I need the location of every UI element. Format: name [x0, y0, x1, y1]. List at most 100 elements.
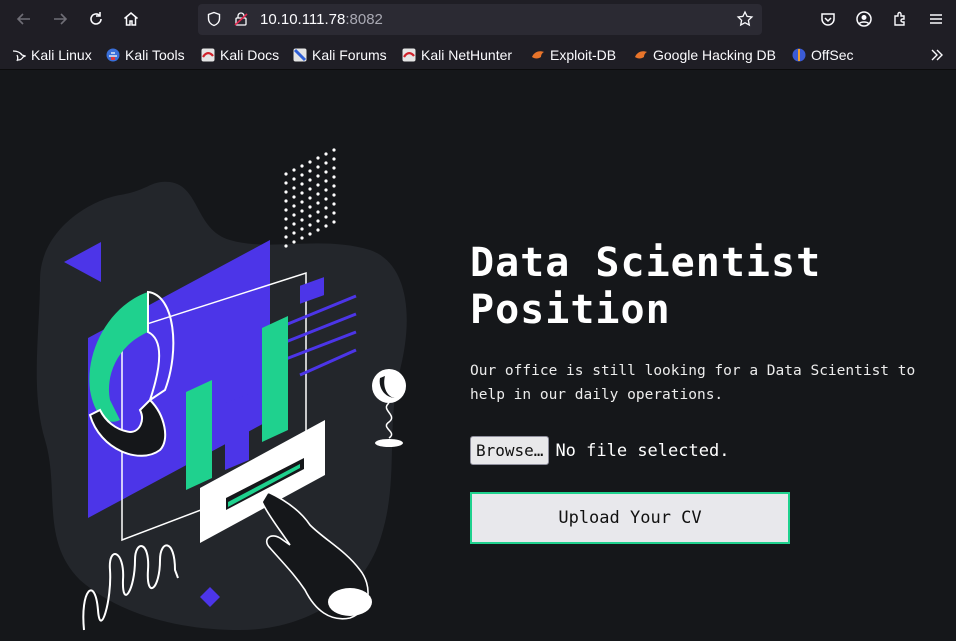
bookmark-label: Google Hacking DB	[653, 47, 776, 63]
dot	[316, 219, 320, 223]
bookmark-kali-docs[interactable]: Kali Docs	[201, 45, 279, 65]
dot	[308, 223, 312, 227]
browse-button[interactable]: Browse…	[470, 436, 550, 465]
bookmark-label: Exploit-DB	[550, 47, 617, 63]
dot	[316, 165, 320, 169]
bookmark-exploit-db[interactable]: Exploit-DB	[531, 45, 616, 65]
dot	[300, 191, 304, 195]
dot	[324, 188, 328, 192]
dot	[332, 202, 336, 206]
bookmark-offsec[interactable]: OffSec	[792, 45, 854, 65]
dot	[316, 156, 320, 160]
dot	[284, 199, 288, 203]
dot	[332, 184, 336, 188]
page-description: Our office is still looking for a Data S…	[470, 363, 916, 403]
kali-docs-icon	[201, 48, 215, 62]
dot	[324, 206, 328, 210]
dot	[292, 204, 296, 208]
bookmark-star-icon[interactable]	[736, 10, 754, 28]
dot	[316, 201, 320, 205]
home-icon	[124, 12, 138, 26]
dot	[316, 228, 320, 232]
pocket-icon	[821, 13, 835, 26]
dot-grid-decoration	[284, 148, 336, 248]
dot	[308, 205, 312, 209]
green-bar-2	[262, 316, 288, 442]
chevron-double-right-icon	[931, 49, 943, 61]
dot	[284, 181, 288, 185]
dot	[300, 164, 304, 168]
dot	[284, 244, 288, 248]
dot	[284, 217, 288, 221]
forward-arrow-icon	[54, 13, 68, 25]
address-bar[interactable]: 10.10.111.78:8082	[198, 4, 762, 35]
dot	[332, 166, 336, 170]
dot	[324, 197, 328, 201]
kali-forums-icon	[293, 48, 307, 62]
menu-button[interactable]	[926, 9, 946, 29]
dot	[300, 218, 304, 222]
bookmark-google-hacking-db[interactable]: Google Hacking DB	[634, 45, 776, 65]
dot	[332, 220, 336, 224]
dot	[300, 173, 304, 177]
dot	[292, 240, 296, 244]
dot	[324, 152, 328, 156]
puzzle-icon	[894, 11, 905, 26]
dot	[308, 169, 312, 173]
bookmark-kali-tools[interactable]: Kali Tools	[106, 45, 185, 65]
shield-icon[interactable]	[206, 11, 222, 27]
insecure-lock-icon[interactable]	[233, 11, 249, 27]
dot	[300, 200, 304, 204]
bookmark-label: Kali Forums	[312, 47, 387, 63]
home-button[interactable]	[121, 9, 141, 29]
purple-bar	[225, 394, 249, 470]
dot	[324, 179, 328, 183]
dot	[308, 196, 312, 200]
page-content: Data Scientist Position Our office is st…	[0, 70, 956, 641]
dot	[300, 227, 304, 231]
dot	[316, 210, 320, 214]
dot	[300, 209, 304, 213]
dot	[284, 226, 288, 230]
bookmark-kali-forums[interactable]: Kali Forums	[293, 45, 387, 65]
pocket-button[interactable]	[818, 9, 838, 29]
page-title: Data Scientist Position	[470, 240, 822, 333]
dot	[332, 175, 336, 179]
dot	[308, 232, 312, 236]
dot	[316, 192, 320, 196]
browser-toolbar: 10.10.111.78:8082	[0, 0, 956, 40]
kali-tools-icon	[106, 48, 120, 62]
upload-cv-button[interactable]: Upload Your CV	[470, 492, 790, 544]
file-input[interactable]: Browse… No file selected.	[470, 436, 729, 465]
bookmark-kali-linux[interactable]: Kali Linux	[12, 45, 92, 65]
hand-cuff	[328, 588, 372, 616]
back-button[interactable]	[14, 9, 34, 29]
forward-button[interactable]	[50, 9, 70, 29]
extensions-button[interactable]	[890, 9, 910, 29]
dot	[332, 148, 336, 152]
dot	[332, 157, 336, 161]
kali-nethunter-icon	[402, 48, 416, 62]
dot	[292, 168, 296, 172]
reload-button[interactable]	[86, 9, 106, 29]
dot	[300, 236, 304, 240]
bookmarks-bar: Kali Linux Kali Tools Kali Docs Kali For…	[0, 40, 956, 70]
bookmarks-overflow-button[interactable]	[930, 45, 949, 65]
dot	[308, 214, 312, 218]
dot	[316, 174, 320, 178]
dot	[292, 213, 296, 217]
hamburger-icon	[930, 14, 942, 24]
url-host: 10.10.111.78	[260, 11, 346, 28]
offsec-icon	[792, 48, 806, 62]
dot	[308, 178, 312, 182]
dot	[308, 187, 312, 191]
account-button[interactable]	[854, 9, 874, 29]
kali-dragon-icon	[12, 50, 26, 62]
dot	[300, 182, 304, 186]
url-text[interactable]: 10.10.111.78:8082	[260, 11, 383, 28]
dot	[292, 222, 296, 226]
dot	[324, 161, 328, 165]
dot	[292, 177, 296, 181]
bookmark-kali-nethunter[interactable]: Kali NetHunter	[402, 45, 512, 65]
dot	[332, 193, 336, 197]
